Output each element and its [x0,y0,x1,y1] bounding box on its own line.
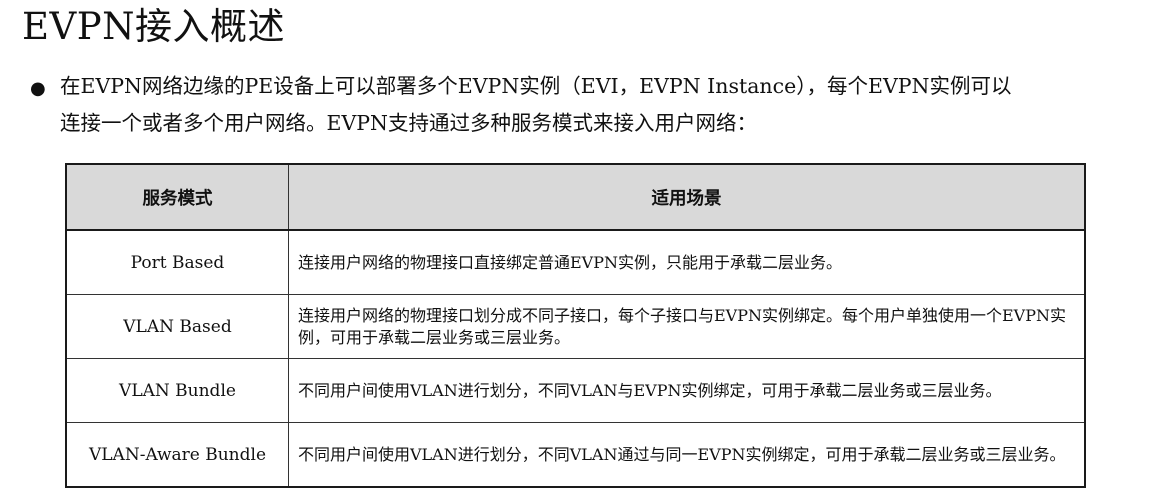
mode-cell: Port Based [65,229,289,295]
intro-line-1: 在EVPN网络边缘的PE设备上可以部署多个EVPN实例（EVI，EVPN Ins… [60,74,1012,98]
mode-cell: VLAN-Aware Bundle [65,422,289,488]
table-row: Port Based 连接用户网络的物理接口直接绑定普通EVPN实例，只能用于承… [65,229,1086,295]
scene-cell: 不同用户间使用VLAN进行划分，不同VLAN通过与同一EVPN实例绑定，可用于承… [288,422,1086,488]
table-header-row: 服务模式 适用场景 [65,163,1086,231]
header-service-mode: 服务模式 [65,163,289,231]
scene-cell: 连接用户网络的物理接口直接绑定普通EVPN实例，只能用于承载二层业务。 [288,229,1086,295]
mode-cell: VLAN Based [65,294,289,359]
table-row: VLAN-Aware Bundle 不同用户间使用VLAN进行划分，不同VLAN… [65,422,1086,488]
table-row: VLAN Bundle 不同用户间使用VLAN进行划分，不同VLAN与EVPN实… [65,358,1086,423]
intro-text: 在EVPN网络边缘的PE设备上可以部署多个EVPN实例（EVI，EVPN Ins… [60,68,1165,142]
intro-line-2: 连接一个或者多个用户网络。EVPN支持通过多种服务模式来接入用户网络： [60,111,757,135]
service-mode-table: 服务模式 适用场景 Port Based 连接用户网络的物理接口直接绑定普通EV… [65,163,1086,488]
mode-cell: VLAN Bundle [65,358,289,423]
bullet-dot-icon: ● [30,78,46,99]
table-row: VLAN Based 连接用户网络的物理接口划分成不同子接口，每个子接口与EVP… [65,294,1086,359]
scene-cell: 不同用户间使用VLAN进行划分，不同VLAN与EVPN实例绑定，可用于承载二层业… [288,358,1086,423]
header-scenario: 适用场景 [288,163,1086,231]
scene-cell: 连接用户网络的物理接口划分成不同子接口，每个子接口与EVPN实例绑定。每个用户单… [288,294,1086,359]
page-title: EVPN接入概述 [22,5,285,48]
